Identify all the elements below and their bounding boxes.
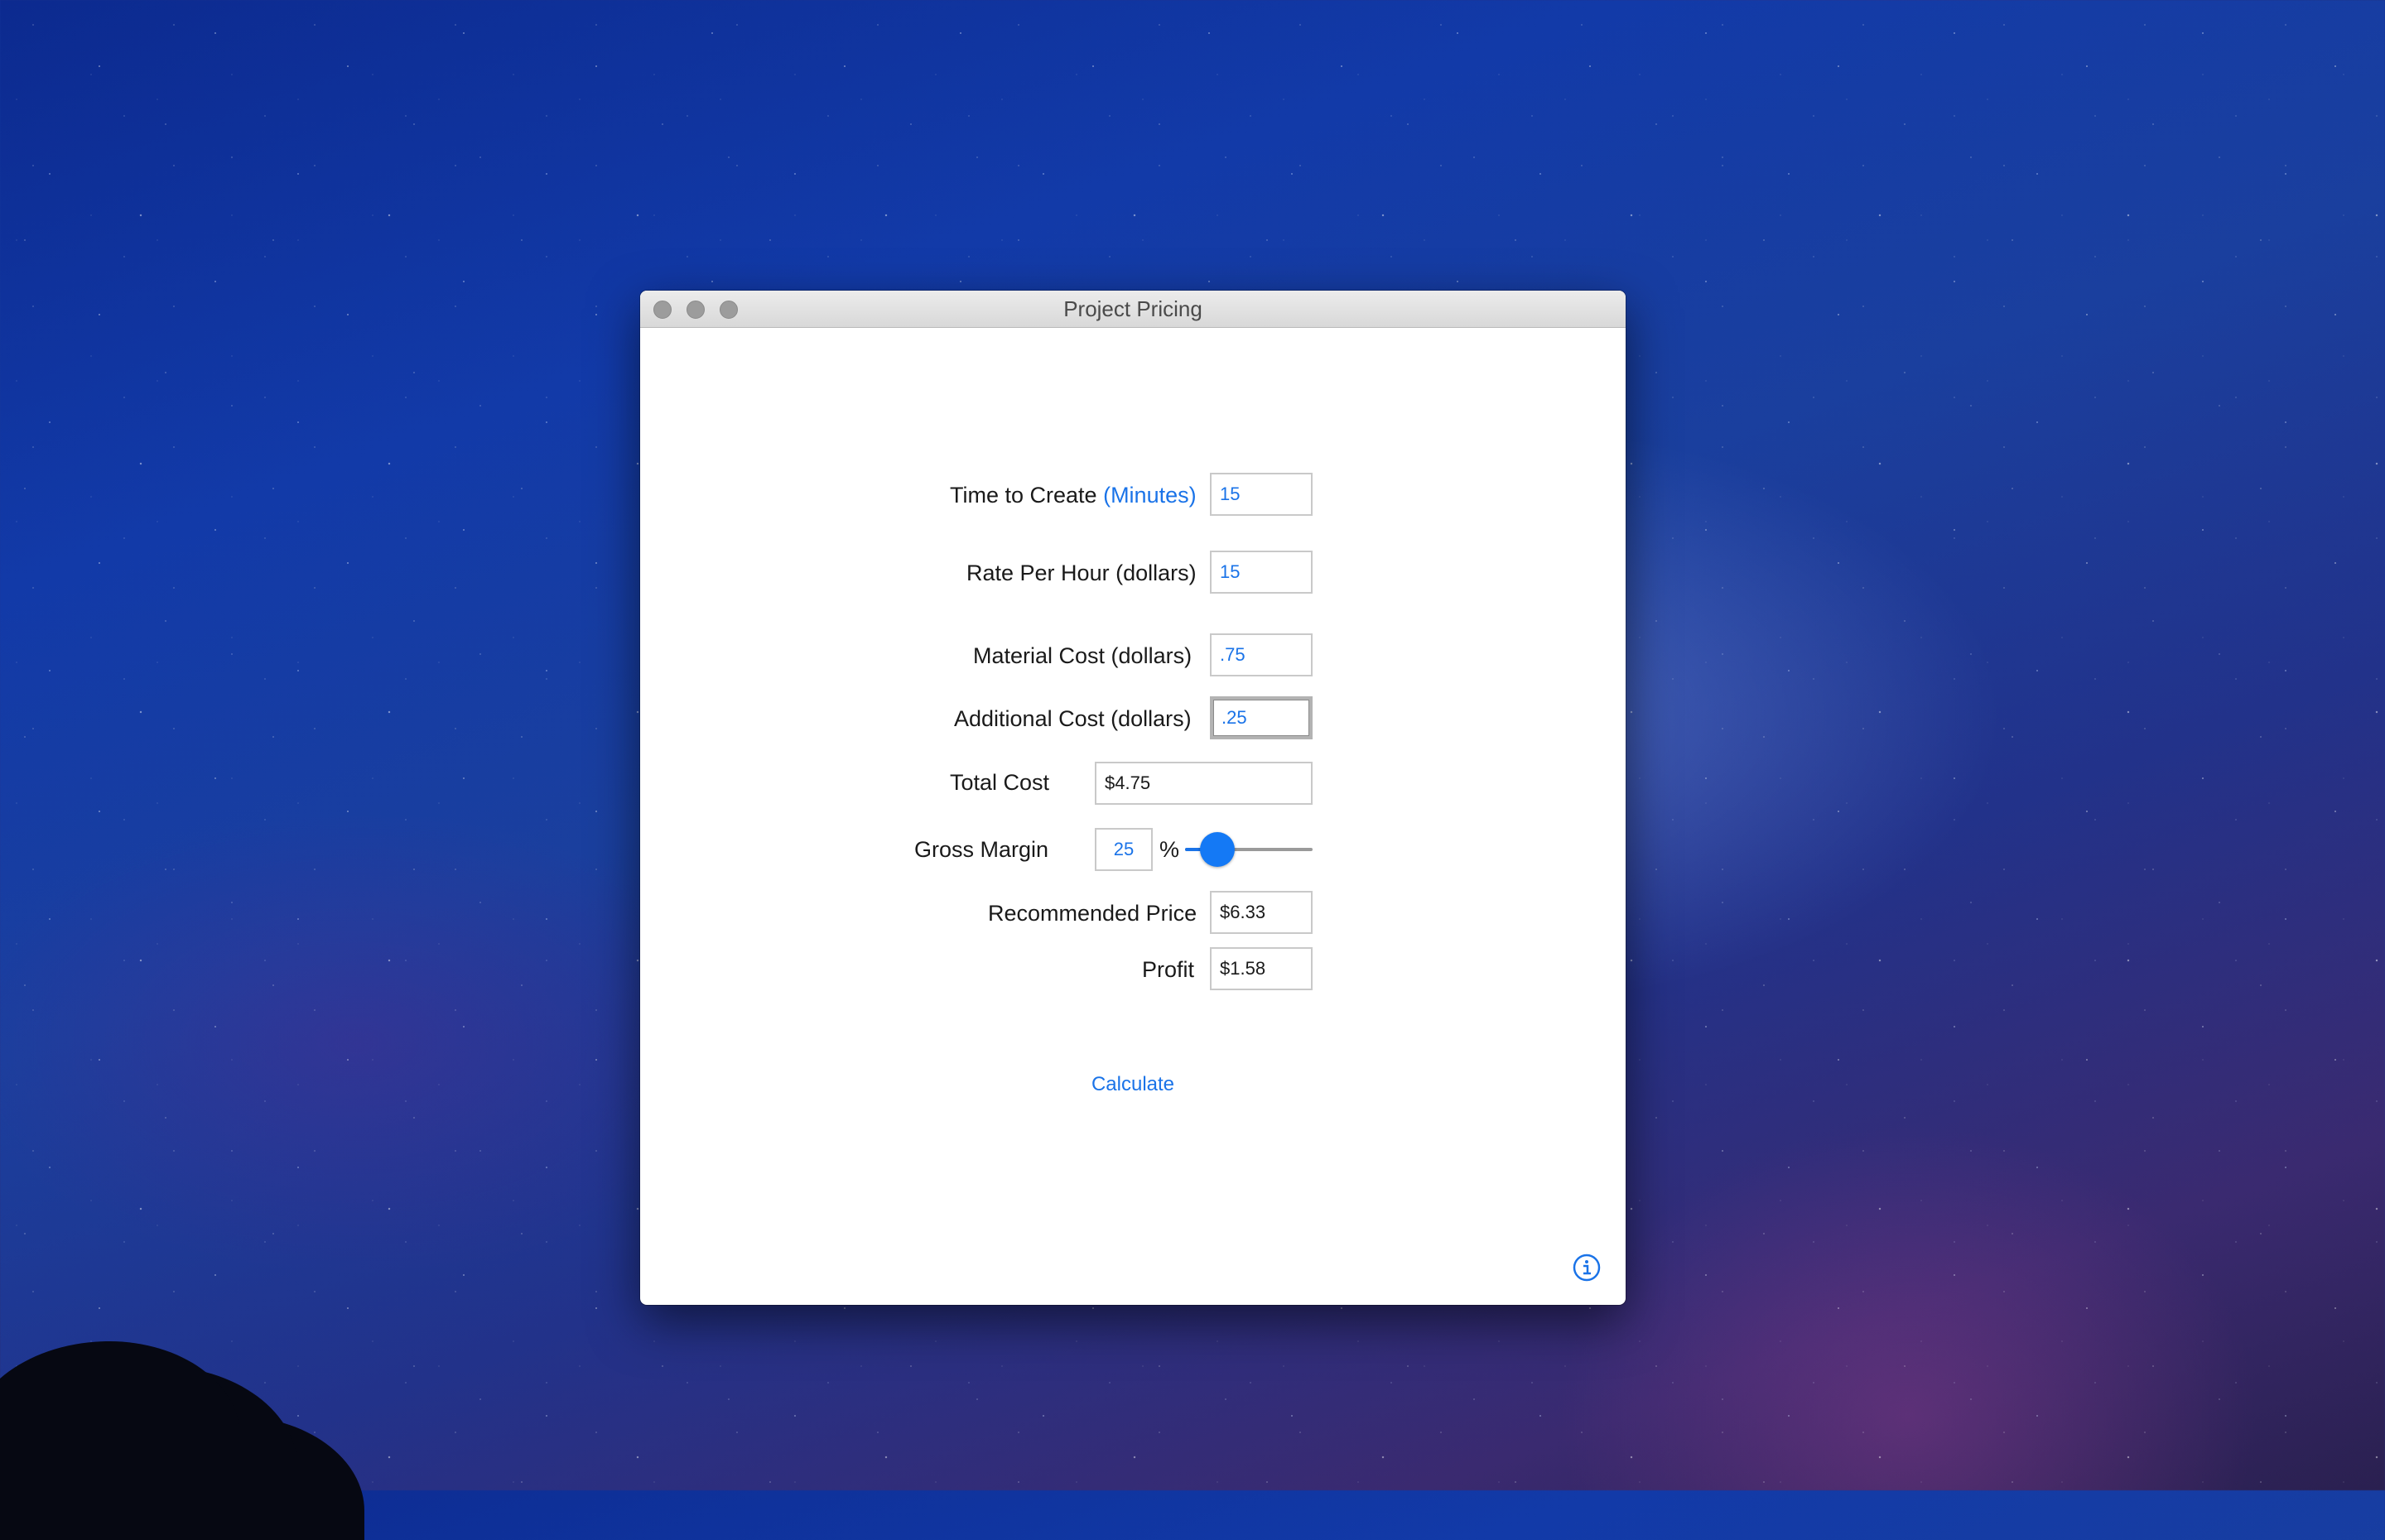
time-to-create-label-text: Time to Create — [950, 483, 1097, 508]
recommended-price-label: Recommended Price — [988, 901, 1197, 926]
total-cost-field[interactable] — [1095, 762, 1313, 805]
time-to-create-field[interactable] — [1210, 473, 1313, 516]
rate-per-hour-label: Rate Per Hour (dollars) — [966, 561, 1197, 585]
form-content: Time to Create (Minutes) Rate Per Hour (… — [640, 327, 1626, 1305]
calculate-button[interactable]: Calculate — [1091, 1073, 1175, 1096]
gross-margin-field[interactable] — [1095, 828, 1153, 871]
material-cost-label: Material Cost (dollars) — [973, 643, 1192, 668]
gross-margin-slider[interactable] — [1185, 832, 1313, 867]
wallpaper-tree-silhouette — [0, 1341, 240, 1540]
recommended-price-field[interactable] — [1210, 891, 1313, 934]
gross-margin-label: Gross Margin — [914, 837, 1049, 862]
material-cost-field[interactable] — [1210, 633, 1313, 676]
additional-cost-field[interactable] — [1210, 696, 1313, 739]
percent-sign-label: % — [1159, 837, 1180, 862]
additional-cost-label: Additional Cost (dollars) — [954, 706, 1192, 731]
time-to-create-label: Time to Create (Minutes) — [950, 480, 1197, 510]
profit-field[interactable] — [1210, 947, 1313, 990]
info-icon[interactable] — [1573, 1254, 1601, 1282]
gross-margin-slider-thumb[interactable] — [1199, 832, 1235, 867]
project-pricing-window: Project Pricing Time to Create (Minutes)… — [640, 291, 1626, 1305]
title-bar[interactable]: Project Pricing — [640, 291, 1626, 328]
time-unit-label: (Minutes) — [1103, 483, 1197, 508]
window-title: Project Pricing — [1063, 296, 1202, 321]
rate-per-hour-field[interactable] — [1210, 551, 1313, 594]
profit-label: Profit — [1142, 957, 1195, 982]
total-cost-label: Total Cost — [950, 770, 1050, 795]
